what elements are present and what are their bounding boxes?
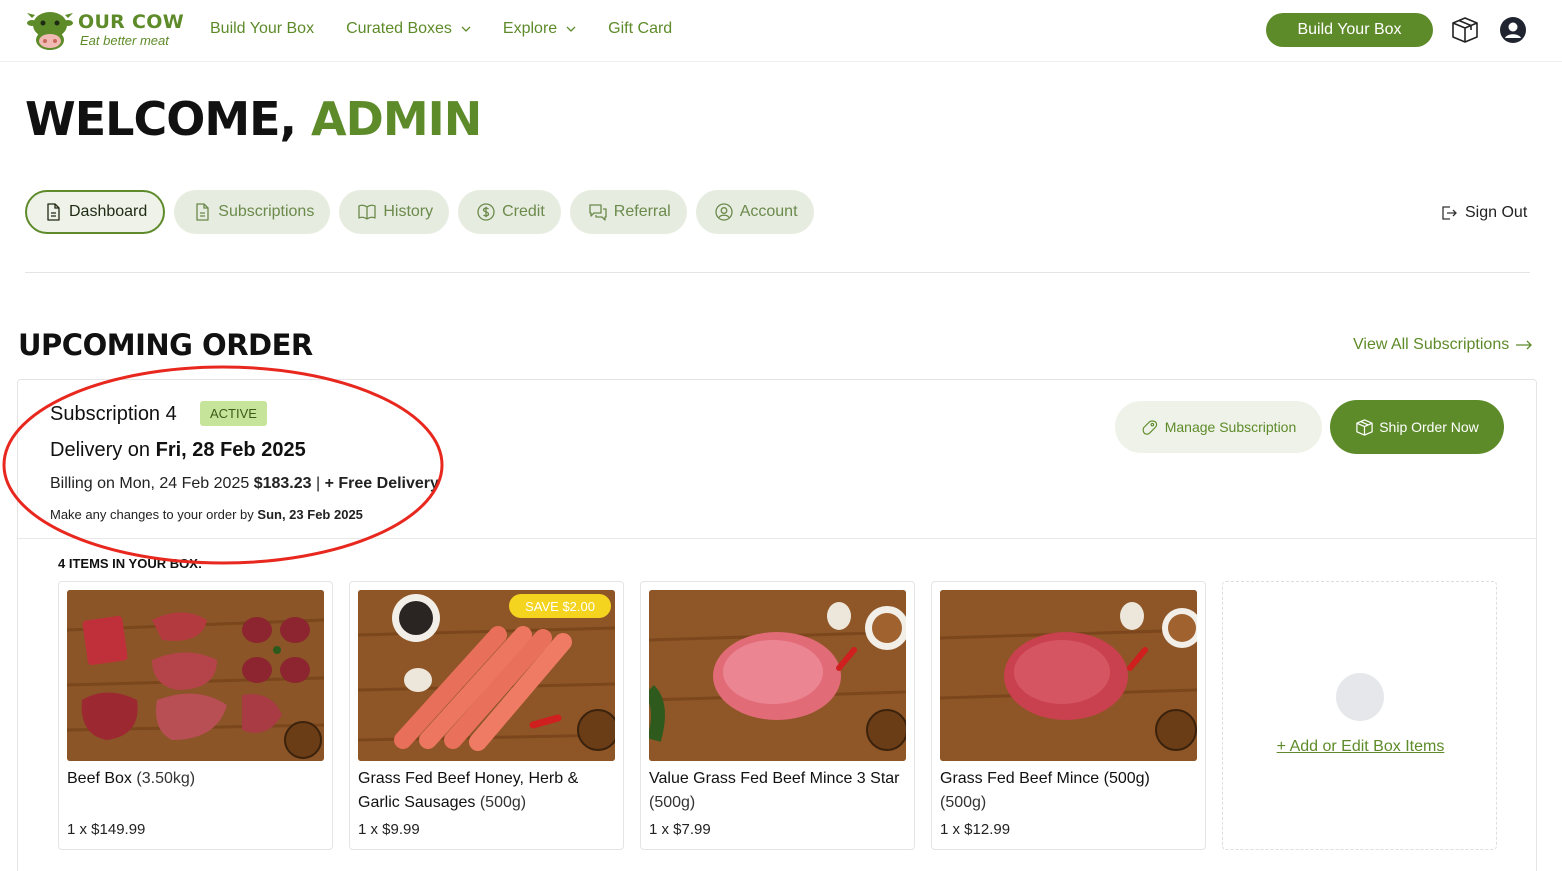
- billing-separator: |: [316, 475, 321, 492]
- brand-name: OUR COW: [78, 11, 184, 33]
- sign-out-button[interactable]: Sign Out: [1440, 204, 1527, 222]
- product-image: [649, 590, 906, 761]
- tab-label: Dashboard: [69, 203, 148, 220]
- add-placeholder-icon: [1336, 673, 1384, 721]
- product-title: Grass Fed Beef Mince (500g): [940, 770, 1150, 787]
- build-your-box-button[interactable]: Build Your Box: [1266, 13, 1433, 47]
- tab-credit[interactable]: Credit: [458, 190, 561, 234]
- document-icon: [47, 203, 60, 221]
- site-header: OUR COW Eat better meat Build Your Box C…: [0, 0, 1562, 62]
- nav-build-your-box[interactable]: Build Your Box: [210, 20, 314, 38]
- section-divider: [25, 272, 1530, 273]
- product-weight: (500g): [649, 794, 696, 811]
- tab-account[interactable]: Account: [695, 190, 814, 234]
- product-title: Grass Fed Beef Honey, Herb & Garlic Saus…: [358, 770, 579, 811]
- arrow-right-icon: [1516, 340, 1533, 350]
- sign-out-icon: [1442, 206, 1457, 220]
- view-all-label: View All Subscriptions: [1353, 336, 1510, 353]
- package-icon: [1356, 418, 1373, 436]
- welcome-user-name: ADMIN: [311, 92, 482, 146]
- product-image: [940, 590, 1197, 761]
- tab-dashboard[interactable]: Dashboard: [25, 190, 166, 234]
- product-quantity-price: 1 x $12.99: [940, 821, 1011, 838]
- sign-out-label: Sign Out: [1465, 204, 1528, 221]
- upcoming-order-title: UPCOMING ORDER: [18, 328, 313, 362]
- product-weight: (500g): [940, 794, 987, 811]
- product-image: [67, 590, 324, 761]
- view-all-subscriptions-link[interactable]: View All Subscriptions: [1353, 336, 1533, 354]
- product-title: Beef Box: [67, 770, 132, 787]
- nav-gift-card[interactable]: Gift Card: [608, 20, 672, 38]
- product-name: Value Grass Fed Beef Mince 3 Star (500g): [649, 767, 911, 815]
- box-item-card[interactable]: SAVE $2.00 Grass Fed Beef Honey, Herb & …: [349, 581, 624, 850]
- billing-prefix: Billing on Mon, 24 Feb 2025: [50, 475, 250, 492]
- add-edit-box-items-link[interactable]: + Add or Edit Box Items: [1223, 738, 1498, 756]
- nav-explore[interactable]: Explore: [503, 20, 576, 38]
- box-item-card[interactable]: Grass Fed Beef Mince (500g) (500g) 1 x $…: [931, 581, 1206, 850]
- product-name: Grass Fed Beef Mince (500g) (500g): [940, 767, 1202, 815]
- book-icon: [358, 204, 376, 220]
- document-icon: [196, 203, 209, 221]
- brand-tagline: Eat better meat: [80, 33, 169, 48]
- chat-icon: [589, 204, 607, 221]
- dollar-icon: [477, 203, 495, 221]
- tab-label: Credit: [502, 203, 545, 220]
- tab-label: Subscriptions: [218, 203, 315, 220]
- brand-logo[interactable]: OUR COW Eat better meat: [26, 8, 184, 52]
- welcome-heading: WELCOME, ADMIN: [25, 92, 482, 146]
- box-icon[interactable]: [1450, 15, 1480, 45]
- manage-subscription-button[interactable]: Manage Subscription: [1115, 401, 1322, 453]
- user-circle-icon: [715, 203, 733, 221]
- delivery-date: Fri, 28 Feb 2025: [155, 439, 306, 461]
- nav-label: Gift Card: [608, 20, 673, 37]
- nav-label: Build Your Box: [210, 20, 315, 37]
- tab-referral[interactable]: Referral: [569, 190, 687, 234]
- cow-logo-icon: [27, 12, 73, 50]
- billing-info: Billing on Mon, 24 Feb 2025 $183.23 | + …: [50, 475, 439, 493]
- chevron-down-icon: [461, 26, 471, 32]
- nav-label: Curated Boxes: [346, 20, 452, 37]
- box-item-card[interactable]: Value Grass Fed Beef Mince 3 Star (500g)…: [640, 581, 915, 850]
- billing-delivery: + Free Delivery: [324, 475, 439, 492]
- changes-prefix: Make any changes to your order by: [50, 507, 254, 522]
- product-title: Value Grass Fed Beef Mince 3 Star: [649, 770, 900, 787]
- changes-date: Sun, 23 Feb 2025: [257, 507, 363, 522]
- user-icon[interactable]: [1499, 16, 1527, 44]
- product-quantity-price: 1 x $9.99: [358, 821, 420, 838]
- product-weight: (500g): [479, 794, 527, 811]
- tab-label: Referral: [613, 203, 671, 220]
- subscription-name: Subscription 4: [50, 403, 177, 425]
- product-weight: (3.50kg): [136, 770, 196, 787]
- nav-label: Explore: [502, 20, 558, 37]
- product-name: Beef Box (3.50kg): [67, 767, 329, 791]
- items-in-box-label: 4 ITEMS IN YOUR BOX:: [58, 556, 203, 571]
- tab-history[interactable]: History: [339, 190, 450, 234]
- product-quantity-price: 1 x $149.99: [67, 821, 146, 838]
- box-item-card[interactable]: Beef Box (3.50kg) 1 x $149.99: [58, 581, 333, 850]
- manage-subscription-label: Manage Subscription: [1164, 419, 1297, 435]
- save-badge: SAVE $2.00: [509, 594, 611, 618]
- changes-deadline: Make any changes to your order by Sun, 2…: [50, 507, 363, 522]
- add-edit-box-items-tile[interactable]: + Add or Edit Box Items: [1222, 581, 1497, 850]
- tag-icon: [1142, 419, 1157, 435]
- tab-label: Account: [739, 203, 798, 220]
- tab-label: History: [383, 203, 434, 220]
- ship-order-now-button[interactable]: Ship Order Now: [1330, 400, 1504, 454]
- main-nav: Build Your Box Curated Boxes Explore Gif…: [210, 20, 704, 38]
- card-separator: [18, 538, 1536, 539]
- account-tabs: Dashboard Subscriptions History Credit R…: [25, 190, 823, 234]
- welcome-greeting: WELCOME,: [25, 92, 297, 146]
- delivery-info: Delivery on Fri, 28 Feb 2025: [50, 439, 306, 462]
- delivery-prefix: Delivery on: [50, 439, 151, 461]
- status-badge: ACTIVE: [200, 401, 267, 426]
- chevron-down-icon: [566, 26, 576, 32]
- tab-subscriptions[interactable]: Subscriptions: [174, 190, 331, 234]
- product-quantity-price: 1 x $7.99: [649, 821, 711, 838]
- nav-curated-boxes[interactable]: Curated Boxes: [346, 20, 471, 38]
- product-name: Grass Fed Beef Honey, Herb & Garlic Saus…: [358, 767, 620, 815]
- ship-order-now-label: Ship Order Now: [1379, 419, 1479, 435]
- billing-amount: $183.23: [253, 475, 312, 492]
